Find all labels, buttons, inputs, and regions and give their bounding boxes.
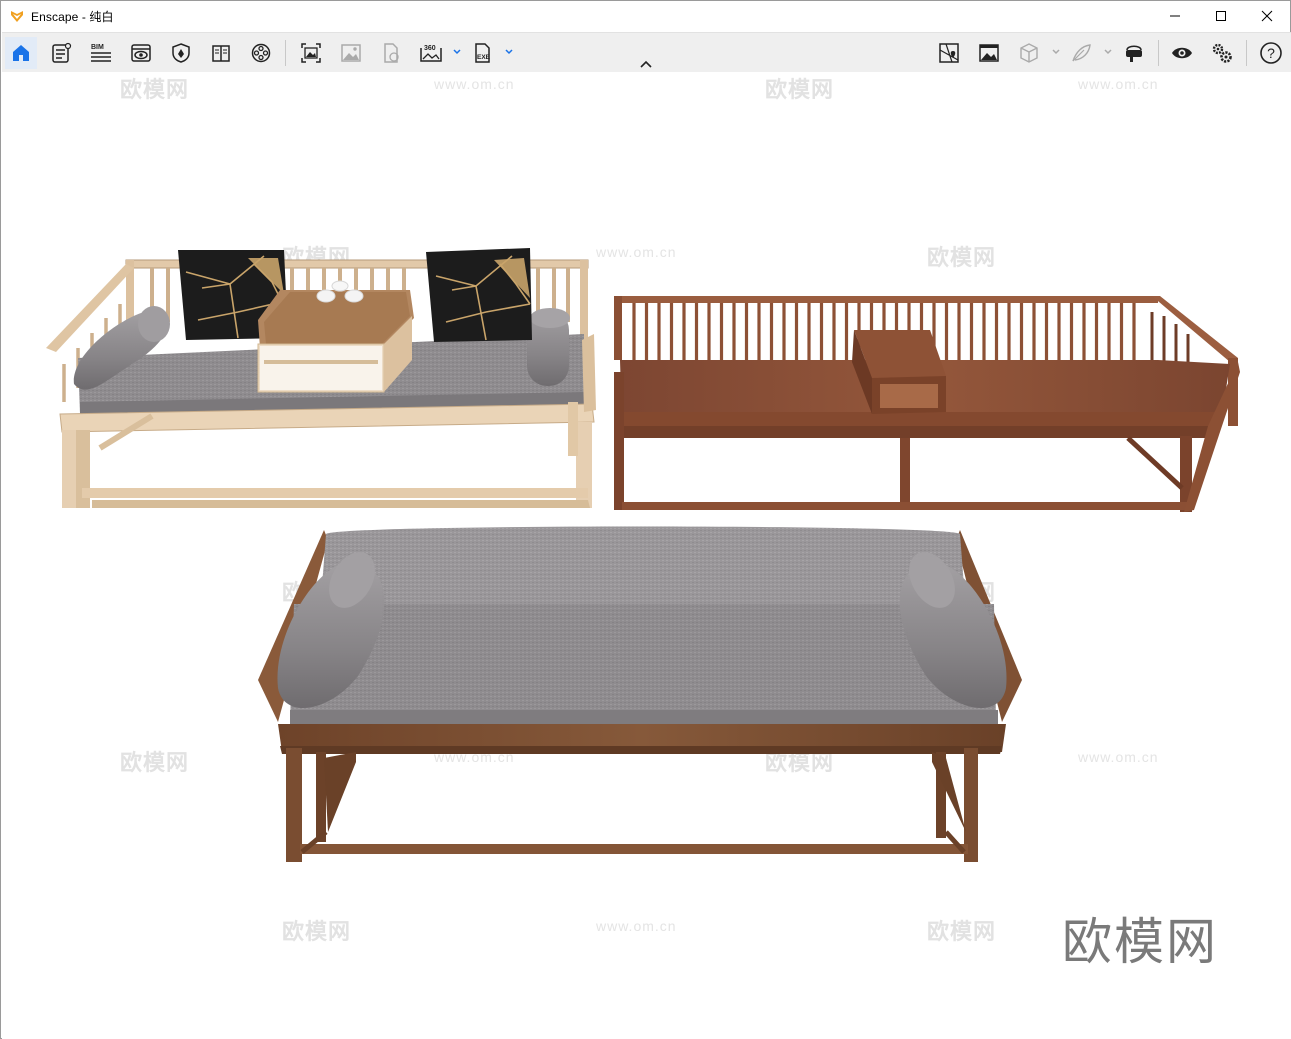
gears-icon [1212,43,1232,63]
gallery-icon [979,44,999,62]
video-editor-button[interactable] [245,37,277,69]
exe-dropdown-chevron-icon[interactable] [504,47,514,57]
svg-text:EXE: EXE [477,54,491,61]
cube-icon [1020,43,1038,63]
feather-icon [1072,44,1091,62]
bim-button[interactable]: BIM [85,37,117,69]
home-button[interactable] [5,37,37,69]
batch-render-button[interactable] [335,37,367,69]
window-title: Enscape - 纯白 [31,9,114,24]
help-icon: ? [1260,42,1282,64]
export-file-button[interactable] [375,37,407,69]
image-icon [341,44,361,62]
svg-text:BIM: BIM [91,44,104,51]
feather-dropdown-chevron-icon[interactable] [1103,47,1113,57]
vr-headset-icon [1126,45,1142,62]
close-icon [1261,10,1273,22]
light-wood-daybed-model [46,248,596,508]
medium-wood-daybed-model [258,526,1022,862]
dark-wood-slat-daybed-model [614,296,1240,512]
general-settings-button[interactable] [1206,37,1238,69]
vr-headset-button[interactable] [1118,37,1150,69]
maximize-button[interactable] [1198,1,1244,31]
settings-sheet-button[interactable] [45,37,77,69]
book-icon [212,45,230,62]
screenshot-button[interactable] [295,37,327,69]
exe-export-button[interactable]: EXE [467,37,499,69]
panorama-360-icon: 360 [420,45,442,62]
eye-window-icon [131,44,151,62]
asset-shield-icon [172,43,190,63]
help-button[interactable]: ? [1255,37,1287,69]
brand-watermark: 欧模网 [1062,913,1218,971]
toolbar-separator [285,40,286,66]
cube-button[interactable] [1013,37,1045,69]
capture-icon [301,43,321,63]
window-controls [1152,1,1290,31]
render-viewport[interactable]: 欧模网 www.om.cn 欧模网 www.om.cn 欧模网 www.om.c… [2,72,1291,1039]
minimize-button[interactable] [1152,1,1198,31]
render-scene [46,248,1240,862]
svg-text:?: ? [1267,45,1275,61]
document-settings-icon [52,42,72,63]
visual-settings-button[interactable] [125,37,157,69]
film-reel-icon [251,43,271,63]
title-bar: Enscape - 纯白 [1,1,1290,31]
exe-icon: EXE [475,43,491,63]
site-context-button[interactable] [933,37,965,69]
close-button[interactable] [1244,1,1290,31]
cube-dropdown-chevron-icon[interactable] [1051,47,1061,57]
svg-text:360: 360 [424,45,436,52]
feather-button[interactable] [1065,37,1097,69]
file-export-icon [384,43,399,63]
panorama-dropdown-chevron-icon[interactable] [452,47,462,57]
panorama-button[interactable]: 360 [415,37,447,69]
toolbar-separator [1246,40,1247,66]
preview-button[interactable] [1166,37,1198,69]
maximize-icon [1216,11,1226,21]
eye-icon [1172,47,1192,59]
home-icon [13,45,29,61]
asset-library-button[interactable] [165,37,197,69]
rendered-views-button[interactable] [973,37,1005,69]
material-editor-button[interactable] [205,37,237,69]
bim-icon: BIM [91,44,111,62]
enscape-window: Enscape - 纯白 BIM 360 EXE ? 欧模网 www.om.cn… [0,0,1291,1039]
enscape-logo-icon [11,11,23,22]
map-pin-icon [939,43,959,63]
collapse-toolbar-chevron-icon[interactable] [639,59,653,69]
toolbar-separator [1158,40,1159,66]
minimize-icon [1170,15,1180,17]
